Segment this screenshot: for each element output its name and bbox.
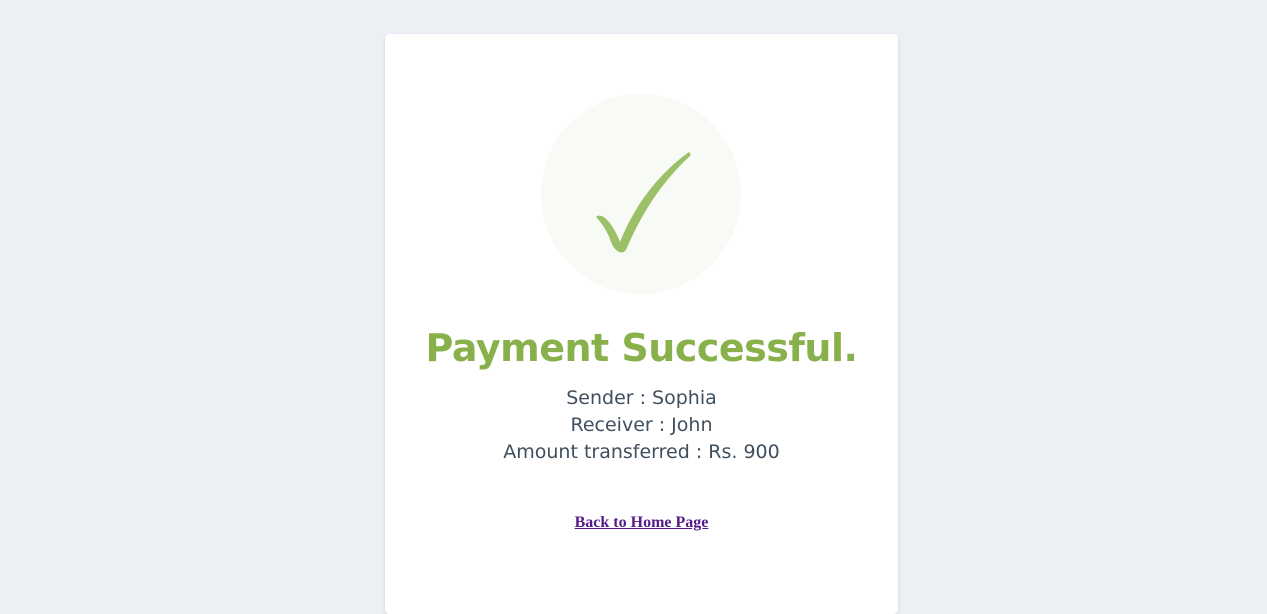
transaction-details: Sender : Sophia Receiver : John Amount t… <box>385 385 898 466</box>
page-title: Payment Successful. <box>425 326 858 370</box>
success-icon-circle <box>541 94 741 294</box>
payment-card: Payment Successful. Sender : Sophia Rece… <box>385 34 898 614</box>
receiver-text: Receiver : John <box>570 414 713 436</box>
sender-text: Sender : Sophia <box>566 387 717 409</box>
checkmark-icon <box>596 152 691 253</box>
back-to-home-link[interactable]: Back to Home Page <box>575 514 709 531</box>
back-link-container: Back to Home Page <box>385 513 898 533</box>
amount-text: Amount transferred : Rs. 900 <box>503 441 780 463</box>
